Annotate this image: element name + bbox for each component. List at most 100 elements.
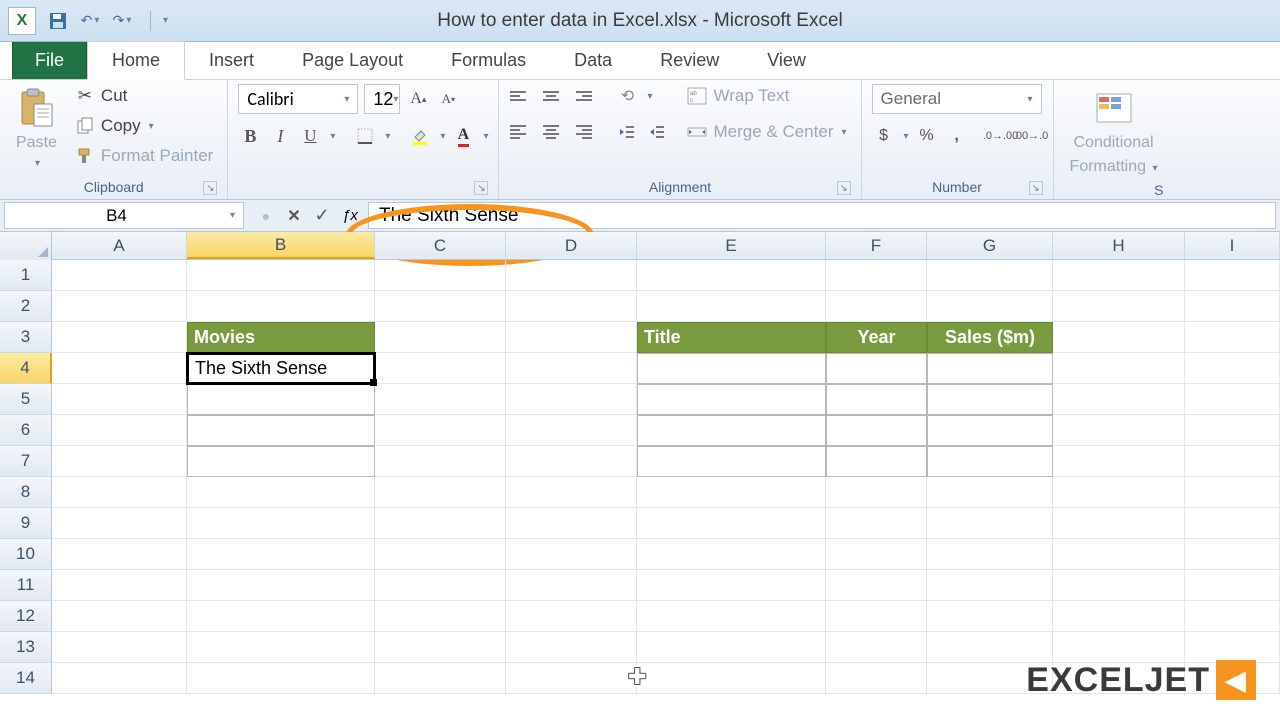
formula-input[interactable]: The Sixth Sense (368, 202, 1276, 229)
function-dropdown-icon[interactable]: ● (254, 204, 278, 228)
cell-I2[interactable] (1185, 291, 1280, 322)
cell-I7[interactable] (1185, 446, 1280, 477)
align-top-icon[interactable] (509, 84, 533, 108)
cell-G8[interactable] (927, 477, 1053, 508)
copy-button[interactable]: Copy▾ (71, 114, 217, 138)
cell-A1[interactable] (52, 260, 187, 291)
col-header-H[interactable]: H (1053, 232, 1185, 259)
underline-button[interactable]: U (298, 124, 322, 148)
cell-I6[interactable] (1185, 415, 1280, 446)
tab-formulas[interactable]: Formulas (427, 42, 550, 79)
enter-icon[interactable]: ✓ (310, 204, 334, 228)
cell-H2[interactable] (1053, 291, 1185, 322)
cell-D4[interactable] (506, 353, 637, 384)
cell-C6[interactable] (375, 415, 506, 446)
number-format-select[interactable]: General▾ (872, 84, 1042, 114)
cell-I1[interactable] (1185, 260, 1280, 291)
cell-E3-header[interactable]: Title (637, 322, 826, 353)
align-bottom-icon[interactable] (569, 84, 593, 108)
row-header-4[interactable]: 4 (0, 353, 52, 384)
cell-C4[interactable] (375, 353, 506, 384)
decrease-decimal-icon[interactable]: .00→.0 (1019, 124, 1043, 148)
row-header-14[interactable]: 14 (0, 663, 52, 694)
cell-B13[interactable] (187, 632, 375, 663)
format-painter-button[interactable]: Format Painter (71, 144, 217, 168)
insert-function-icon[interactable]: ƒx (338, 204, 362, 228)
cell-F4-body[interactable] (826, 353, 927, 384)
cell-D1[interactable] (506, 260, 637, 291)
row-header-8[interactable]: 8 (0, 477, 52, 508)
cell-B9[interactable] (187, 508, 375, 539)
tab-home[interactable]: Home (87, 41, 185, 80)
cell-G6-body[interactable] (927, 415, 1053, 446)
cell-A2[interactable] (52, 291, 187, 322)
qat-customize-icon[interactable]: ▾ (150, 11, 170, 31)
cell-I3[interactable] (1185, 322, 1280, 353)
cell-E5-body[interactable] (637, 384, 826, 415)
tab-data[interactable]: Data (550, 42, 636, 79)
redo-icon[interactable]: ↷▾ (112, 11, 132, 31)
row-header-5[interactable]: 5 (0, 384, 52, 415)
cell-B5-body[interactable] (187, 384, 375, 415)
cell-F14[interactable] (826, 663, 927, 694)
cell-I13[interactable] (1185, 632, 1280, 663)
merge-center-button[interactable]: Merge & Center▾ (683, 120, 850, 144)
cell-G3-header[interactable]: Sales ($m) (927, 322, 1053, 353)
excel-app-icon[interactable]: X (8, 7, 36, 35)
tab-page-layout[interactable]: Page Layout (278, 42, 427, 79)
align-middle-icon[interactable] (539, 84, 563, 108)
cell-C3[interactable] (375, 322, 506, 353)
dialog-launcher-icon[interactable]: ↘ (1029, 181, 1043, 195)
col-header-C[interactable]: C (375, 232, 506, 259)
row-header-1[interactable]: 1 (0, 260, 52, 291)
cell-H1[interactable] (1053, 260, 1185, 291)
cell-E13[interactable] (637, 632, 826, 663)
select-all-corner[interactable] (0, 232, 52, 260)
cell-F11[interactable] (826, 570, 927, 601)
paste-button[interactable]: Paste ▾ (10, 84, 63, 173)
accounting-format-button[interactable]: $ (872, 124, 896, 148)
cell-G7-body[interactable] (927, 446, 1053, 477)
cell-H3[interactable] (1053, 322, 1185, 353)
cell-I11[interactable] (1185, 570, 1280, 601)
cell-I8[interactable] (1185, 477, 1280, 508)
cell-A5[interactable] (52, 384, 187, 415)
cell-G2[interactable] (927, 291, 1053, 322)
cell-A7[interactable] (52, 446, 187, 477)
cell-D2[interactable] (506, 291, 637, 322)
decrease-font-icon[interactable]: A▾ (436, 87, 460, 111)
dialog-launcher-icon[interactable]: ↘ (837, 181, 851, 195)
cell-I12[interactable] (1185, 601, 1280, 632)
cell-B11[interactable] (187, 570, 375, 601)
cell-F13[interactable] (826, 632, 927, 663)
cut-button[interactable]: ✂Cut (71, 84, 217, 108)
cell-E14[interactable] (637, 663, 826, 694)
increase-decimal-icon[interactable]: .0→.00 (989, 124, 1013, 148)
cell-E2[interactable] (637, 291, 826, 322)
dialog-launcher-icon[interactable]: ↘ (203, 181, 217, 195)
cell-F1[interactable] (826, 260, 927, 291)
cell-H4[interactable] (1053, 353, 1185, 384)
cell-E12[interactable] (637, 601, 826, 632)
cell-A3[interactable] (52, 322, 187, 353)
cell-E9[interactable] (637, 508, 826, 539)
cell-G5-body[interactable] (927, 384, 1053, 415)
cell-F7-body[interactable] (826, 446, 927, 477)
cell-A14[interactable] (52, 663, 187, 694)
cell-B10[interactable] (187, 539, 375, 570)
wrap-text-button[interactable]: abcWrap Text (683, 84, 850, 108)
cell-F5-body[interactable] (826, 384, 927, 415)
cell-G1[interactable] (927, 260, 1053, 291)
align-center-icon[interactable] (539, 120, 563, 144)
col-header-A[interactable]: A (52, 232, 187, 259)
cell-F9[interactable] (826, 508, 927, 539)
cell-A8[interactable] (52, 477, 187, 508)
cell-I9[interactable] (1185, 508, 1280, 539)
col-header-I[interactable]: I (1185, 232, 1280, 259)
cell-H12[interactable] (1053, 601, 1185, 632)
cell-D14[interactable] (506, 663, 637, 694)
row-header-10[interactable]: 10 (0, 539, 52, 570)
align-right-icon[interactable] (569, 120, 593, 144)
cell-C14[interactable] (375, 663, 506, 694)
cell-H10[interactable] (1053, 539, 1185, 570)
